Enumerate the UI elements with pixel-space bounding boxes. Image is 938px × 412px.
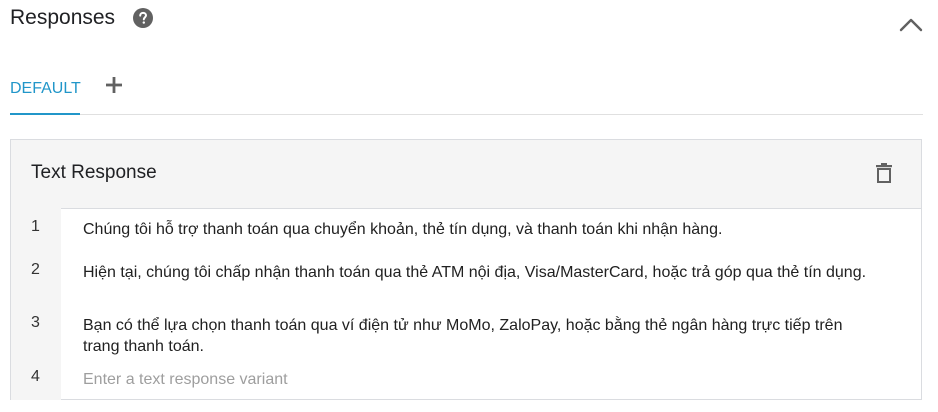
plus-icon[interactable] [105,76,123,94]
row-number: 2 [31,261,40,278]
text-response-card: Text Response 1 Chúng tôi hỗ trợ thanh t… [10,139,922,400]
row-number: 4 [31,368,40,385]
response-variant-2[interactable]: Hiện tại, chúng tôi chấp nhận thanh toán… [83,262,873,283]
tab-default[interactable]: DEFAULT [10,70,81,115]
response-rows: 1 Chúng tôi hỗ trợ thanh toán qua chuyển… [11,208,921,400]
response-tabs: DEFAULT [10,70,923,115]
row-number: 3 [31,314,40,331]
card-header: Text Response [11,140,921,209]
row-number: 1 [31,218,40,235]
chevron-up-icon[interactable] [898,14,924,36]
help-icon[interactable] [133,8,154,28]
new-response-input[interactable]: Enter a text response variant [83,369,873,390]
response-variant-3[interactable]: Bạn có thể lựa chọn thanh toán qua ví đi… [83,315,873,357]
trash-icon[interactable] [875,162,893,184]
responses-panel: Responses DEFAULT Text Response 1 Chúng … [0,0,938,412]
card-title: Text Response [31,162,157,183]
response-variant-1[interactable]: Chúng tôi hỗ trợ thanh toán qua chuyển k… [83,219,873,240]
section-title: Responses [10,6,116,29]
section-header: Responses [10,4,154,32]
